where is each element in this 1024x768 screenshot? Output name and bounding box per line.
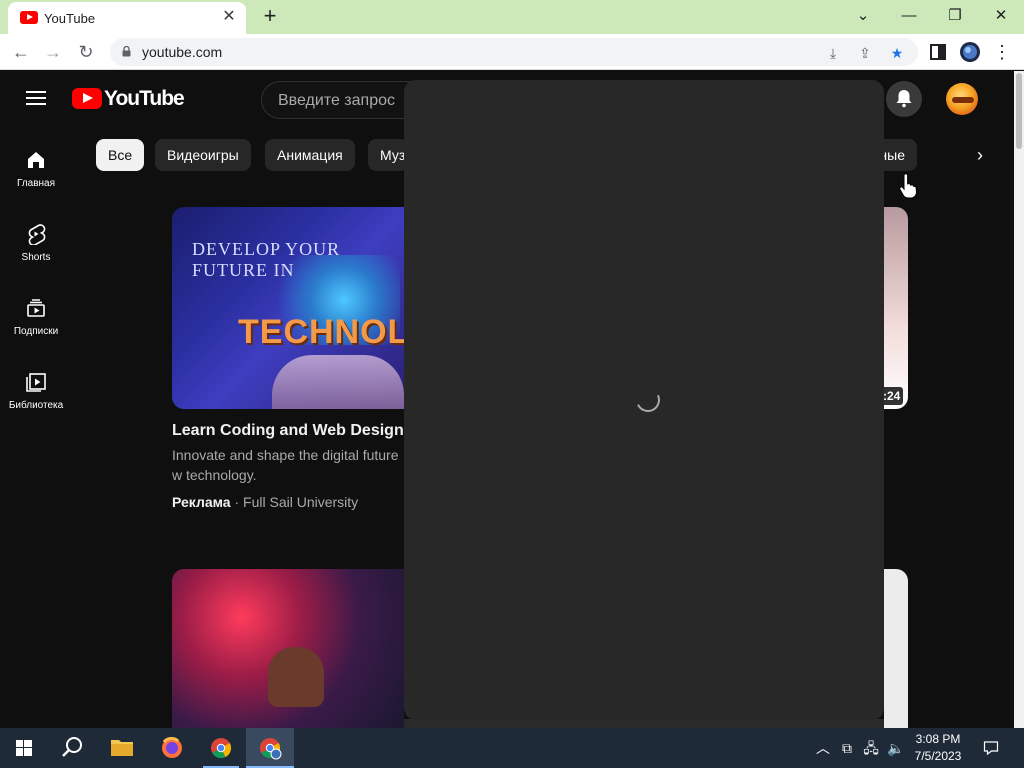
restore-button[interactable]: ❐ [943,4,967,28]
profile-avatar-icon[interactable] [960,42,980,62]
install-app-icon[interactable]: ⤓ [824,44,842,62]
taskbar-clock[interactable]: 3:08 PM 7/5/2023 [908,731,968,765]
shorts-icon [28,224,46,245]
chip-videogames[interactable]: Видеоигры [155,139,251,171]
subscriptions-icon [27,299,45,317]
thumbnail-word: TECHNOL [238,313,404,351]
firefox-icon[interactable] [148,728,196,768]
tray-overflow-icon[interactable]: ︿ [815,740,831,756]
sidebar-item-subscriptions[interactable]: Подписки [0,297,72,357]
menu-icon[interactable] [26,91,46,105]
address-bar[interactable]: youtube.com ⤓ ⇪ ★ [110,38,918,66]
search-icon[interactable] [48,728,96,768]
windows-taskbar: ︿ ⧉ 🖧 🔈 3:08 PM 7/5/2023 [0,728,1024,768]
youtube-favicon-icon [20,11,38,24]
url-text: youtube.com [142,44,223,60]
close-window-button[interactable]: ✕ [989,4,1013,28]
loading-spinner-icon [632,384,664,416]
chip-animation[interactable]: Анимация [265,139,355,171]
video-thumbnail[interactable] [172,569,404,729]
side-panel-icon[interactable] [928,42,948,62]
bookmark-star-icon[interactable]: ★ [888,44,906,62]
video-meta: Реклама · Full Sail University [172,494,359,510]
forward-button[interactable]: → [41,40,65,64]
close-tab-icon[interactable]: ✕ [220,8,238,26]
browser-tab-youtube[interactable]: YouTube ✕ [8,2,246,34]
youtube-logo-icon[interactable] [72,88,102,109]
chrome-icon[interactable] [197,728,245,768]
sidebar-item-label: Shorts [21,252,51,263]
thumbnail-heading: DEVELOP YOUR FUTURE IN [192,239,341,280]
tab-search-icon[interactable]: ⌄ [851,4,875,28]
video-description: Innovate and shape the digital future w … [172,447,399,483]
video-thumbnail[interactable]: DEVELOP YOUR FUTURE IN TECHNOL [172,207,404,409]
hand-cursor-icon [899,173,918,199]
reload-button[interactable]: ↻ [74,40,98,64]
chevron-right-icon[interactable]: › [968,143,992,167]
home-icon [28,152,44,168]
new-tab-button[interactable]: + [258,5,282,29]
minimize-button[interactable]: — [897,4,921,28]
share-icon[interactable]: ⇪ [856,44,874,62]
tab-title: YouTube [44,11,96,26]
video-thumbnail-partial[interactable] [884,569,908,729]
video-thumbnail-partial[interactable] [884,207,908,409]
scrollbar-thumb[interactable] [1016,73,1022,149]
windows-start-icon[interactable] [0,728,48,768]
chrome-menu-icon[interactable]: ⋮ [990,40,1014,64]
file-explorer-icon[interactable] [98,728,146,768]
youtube-page: YouTube Введите запрос Главная Shorts По… [0,71,1014,729]
chrome-active-window[interactable] [246,728,294,768]
notifications-panel[interactable] [404,80,884,720]
sidebar-item-home[interactable]: Главная [0,149,72,209]
search-input[interactable]: Введите запрос [261,81,421,119]
lock-icon[interactable] [122,46,131,57]
chip-all[interactable]: Все [96,139,145,171]
notifications-bell-icon[interactable] [886,81,922,117]
network-icon[interactable]: 🖧 [863,740,879,756]
chrome-profile-icon [260,738,282,760]
volume-muted-icon[interactable]: 🔈 [887,740,904,756]
ad-label: Реклама [172,494,231,510]
back-button[interactable]: ← [9,40,33,64]
channel-name[interactable]: Full Sail University [243,494,358,510]
clock-time: 3:08 PM [915,732,961,746]
clock-date: 7/5/2023 [914,749,962,763]
chip-music[interactable]: Муз [368,139,408,171]
page-scrollbar[interactable] [1014,71,1024,728]
screen: YouTube ✕ + ⌄ — ❐ ✕ ← → ↻ youtube.com ⤓ … [0,0,1024,768]
youtube-wordmark[interactable]: YouTube [104,87,185,111]
notification-center-icon[interactable] [983,740,999,756]
sidebar-item-library[interactable]: Библиотека [0,371,72,431]
library-icon [26,373,46,392]
account-avatar[interactable] [946,83,978,115]
browser-toolbar: ← → ↻ youtube.com ⤓ ⇪ ★ ⋮ [0,34,1024,70]
sidebar-item-label: Библиотека [8,400,64,411]
sidebar-item-shorts[interactable]: Shorts [0,223,72,283]
sidebar-item-label: Главная [16,178,56,189]
search-placeholder: Введите запрос [278,92,395,109]
sidebar-item-label: Подписки [13,326,59,337]
browser-tabstrip: YouTube ✕ + ⌄ — ❐ ✕ [0,0,1024,34]
tray-app-icon[interactable]: ⧉ [839,740,855,756]
video-title[interactable]: Learn Coding and Web Design Te [172,422,404,440]
